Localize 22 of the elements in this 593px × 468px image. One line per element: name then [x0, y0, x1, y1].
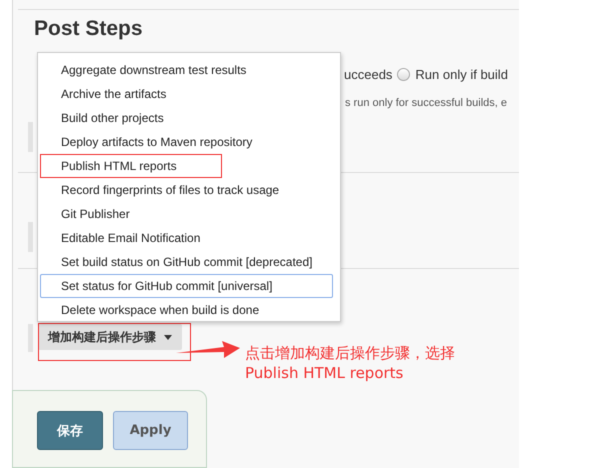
menu-item[interactable]: Aggregate downstream test results — [40, 58, 338, 82]
option-label: Run only if build — [415, 67, 508, 82]
menu-item[interactable]: Set status for GitHub commit [universal] — [40, 274, 333, 298]
menu-item[interactable]: Archive the artifacts — [40, 82, 338, 106]
menu-item[interactable]: Git Publisher — [40, 202, 338, 226]
menu-item[interactable]: Record fingerprints of files to track usage — [40, 178, 338, 202]
menu-item[interactable]: Publish HTML reports — [40, 154, 222, 178]
menu-item[interactable]: Editable Email Notification — [40, 226, 338, 250]
menu-item[interactable]: Set build status on GitHub commit [deprecated] — [40, 250, 338, 274]
help-text: s run only for successful builds, e — [345, 97, 508, 109]
menu-item[interactable]: Delete workspace when build is done — [40, 298, 338, 322]
caret-icon — [164, 334, 172, 340]
radio-button[interactable] — [397, 68, 410, 81]
save-button[interactable]: 保存 — [37, 411, 103, 450]
menu-item[interactable]: Build other projects — [40, 106, 338, 130]
option-label: ucceeds — [344, 67, 392, 82]
add-post-build-step-button[interactable]: 增加构建后操作步骤 — [38, 324, 182, 350]
apply-button[interactable]: Apply — [113, 411, 188, 450]
arrow-icon — [176, 338, 240, 360]
section-title: Post Steps — [34, 17, 143, 41]
annotation-text: 点击增加构建后操作步骤，选择 Publish HTML reports — [245, 343, 455, 383]
menu-item[interactable]: Deploy artifacts to Maven repository — [40, 130, 338, 154]
